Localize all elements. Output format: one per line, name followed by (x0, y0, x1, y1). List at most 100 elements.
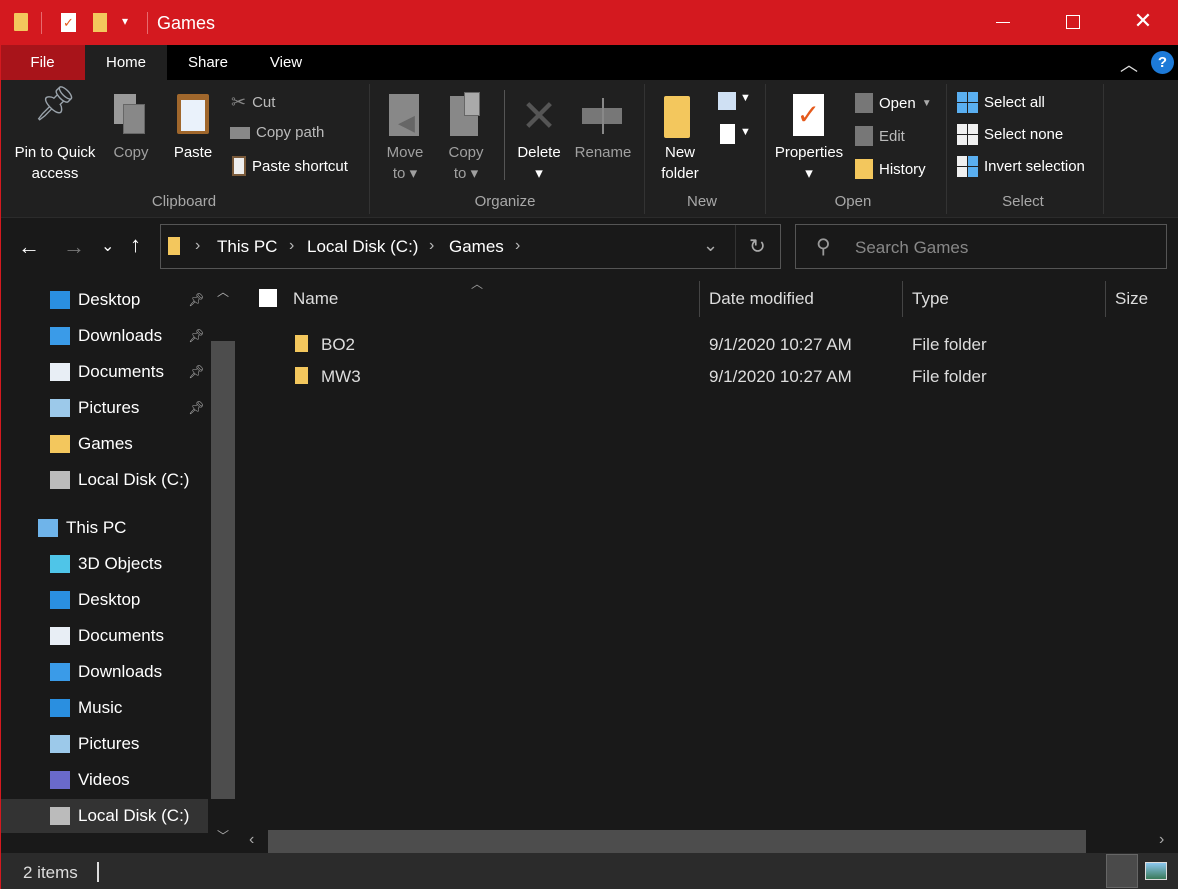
large-icons-view-button[interactable] (1145, 862, 1167, 880)
address-bar[interactable]: › This PC › Local Disk (C:) › Games › ⌄ … (160, 224, 781, 269)
file-name: BO2 (321, 335, 356, 354)
invert-selection-button[interactable]: Invert selection (957, 156, 1085, 177)
refresh-icon[interactable]: ↻ (749, 234, 766, 259)
group-label-organize: Organize (474, 193, 536, 210)
column-size[interactable]: Size (1115, 289, 1148, 309)
nav-item-label: Downloads (78, 662, 163, 681)
nav-item[interactable]: Videos (0, 763, 208, 797)
move-to-button[interactable]: ◀ Move to ▾ (378, 92, 432, 184)
minimize-button[interactable] (980, 0, 1026, 45)
edit-button[interactable]: Edit (855, 126, 905, 146)
new-item-icon (718, 92, 736, 110)
tab-share[interactable]: Share (167, 45, 249, 80)
nav-item-label: 3D Objects (78, 554, 163, 573)
folder-icon (50, 435, 70, 453)
copy-path-icon (230, 126, 250, 139)
customize-toolbar-icon[interactable]: ▾ (122, 14, 128, 28)
copy-path-button[interactable]: Copy path (230, 124, 324, 141)
nav-item[interactable]: Desktop (0, 583, 208, 617)
breadcrumb-games[interactable]: Games (449, 237, 504, 257)
nav-item[interactable]: Pictures (0, 727, 208, 761)
breadcrumb-this-pc[interactable]: This PC (217, 237, 277, 257)
horizontal-scroll-thumb[interactable] (268, 830, 1086, 853)
history-button[interactable]: History (855, 159, 926, 179)
maximize-button[interactable] (1050, 0, 1096, 45)
group-label-clipboard: Clipboard (151, 193, 217, 210)
column-type[interactable]: Type (912, 289, 949, 309)
open-icon (855, 93, 873, 113)
tab-view[interactable]: View (249, 45, 323, 80)
select-all-button[interactable]: Select all (957, 92, 1045, 113)
properties-quick-icon[interactable]: ✓ (61, 13, 76, 32)
pin-icon: 📌︎ (33, 85, 77, 123)
delete-button[interactable]: ✕ Delete ▾ (512, 92, 566, 184)
nav-item[interactable]: Local Disk (C:) (0, 799, 208, 833)
music-icon (50, 699, 70, 717)
nav-scroll-thumb[interactable] (211, 341, 235, 799)
videos-icon (50, 771, 70, 789)
back-button[interactable]: ← (18, 234, 40, 260)
new-folder-button[interactable]: New folder (652, 92, 708, 184)
file-row[interactable]: MW3 9/1/2020 10:27 AM File folder (237, 361, 1178, 393)
nav-item[interactable]: Downloads 📌︎ (0, 319, 208, 353)
folder-icon (295, 367, 308, 384)
nav-item[interactable]: Pictures 📌︎ (0, 391, 208, 425)
rename-button[interactable]: Rename (572, 92, 634, 163)
breadcrumb-local-disk[interactable]: Local Disk (C:) (307, 237, 418, 257)
nav-item[interactable]: Documents (0, 619, 208, 653)
nav-item[interactable]: 3D Objects (0, 547, 208, 581)
nav-scrollbar[interactable]: ︿ ﹀ (209, 277, 237, 853)
downloads-icon (50, 663, 70, 681)
column-date-modified[interactable]: Date modified (709, 289, 814, 309)
collapse-ribbon-icon[interactable]: ︿ (1120, 51, 1138, 77)
pin-to-quick-access-button[interactable]: 📌︎ Pin to Quick access (8, 85, 102, 184)
close-button[interactable]: ✕ (1120, 8, 1166, 38)
nav-item-label: Pictures (78, 734, 140, 753)
nav-item[interactable]: This PC (0, 511, 208, 545)
sort-indicator-icon: ︿ (471, 277, 484, 291)
tab-file[interactable]: File (0, 45, 85, 80)
copy-to-icon (438, 92, 494, 142)
nav-item[interactable]: Desktop 📌︎ (0, 283, 208, 317)
horizontal-scrollbar[interactable]: ‹ › (237, 828, 1178, 853)
tab-home[interactable]: Home (85, 45, 167, 80)
paste-shortcut-button[interactable]: Paste shortcut (232, 156, 348, 176)
forward-button[interactable]: → (63, 234, 85, 260)
nav-item[interactable]: Documents 📌︎ (0, 355, 208, 389)
new-folder-icon (652, 92, 708, 142)
nav-item[interactable]: Games (0, 427, 208, 461)
file-row[interactable]: BO2 9/1/2020 10:27 AM File folder (237, 329, 1178, 361)
file-name: MW3 (321, 367, 361, 386)
new-item-button[interactable]: ▼ (716, 90, 752, 112)
search-input[interactable]: Search Games (855, 238, 968, 258)
column-name[interactable]: Name (293, 289, 338, 309)
up-button[interactable]: ↑ (130, 232, 141, 258)
nav-item[interactable]: Downloads (0, 655, 208, 689)
select-none-icon (957, 124, 978, 145)
new-folder-quick-icon[interactable] (93, 13, 107, 32)
nav-item[interactable]: Music (0, 691, 208, 725)
copy-icon (104, 94, 158, 142)
select-all-checkbox[interactable] (259, 289, 277, 307)
nav-item-label: Local Disk (C:) (78, 806, 190, 825)
scissors-icon: ✂ (231, 92, 247, 112)
address-dropdown-icon[interactable]: ⌄ (703, 235, 718, 256)
document-icon (720, 124, 735, 144)
paste-button[interactable]: Paste (166, 94, 220, 163)
easy-access-button[interactable]: ▼ (716, 122, 752, 146)
details-view-button[interactable] (1106, 854, 1138, 888)
properties-button[interactable]: ✓ Properties ▾ (770, 92, 848, 184)
copy-to-button[interactable]: Copy to ▾ (438, 92, 494, 184)
cut-button[interactable]: ✂ Cut (231, 92, 275, 113)
recent-locations-button[interactable]: ⌄ (101, 236, 114, 256)
open-button[interactable]: Open ▼ (855, 93, 932, 113)
search-box[interactable]: ⚲ Search Games (795, 224, 1167, 269)
pinned-icon: 📌︎ (188, 328, 205, 343)
copy-button[interactable]: Copy (104, 94, 158, 163)
nav-item[interactable]: Local Disk (C:) (0, 463, 208, 497)
computer-icon (38, 519, 58, 537)
nav-item-label: Music (78, 698, 123, 717)
select-none-button[interactable]: Select none (957, 124, 1063, 145)
help-icon[interactable]: ? (1151, 51, 1174, 74)
status-bar: 2 items (0, 853, 1178, 889)
